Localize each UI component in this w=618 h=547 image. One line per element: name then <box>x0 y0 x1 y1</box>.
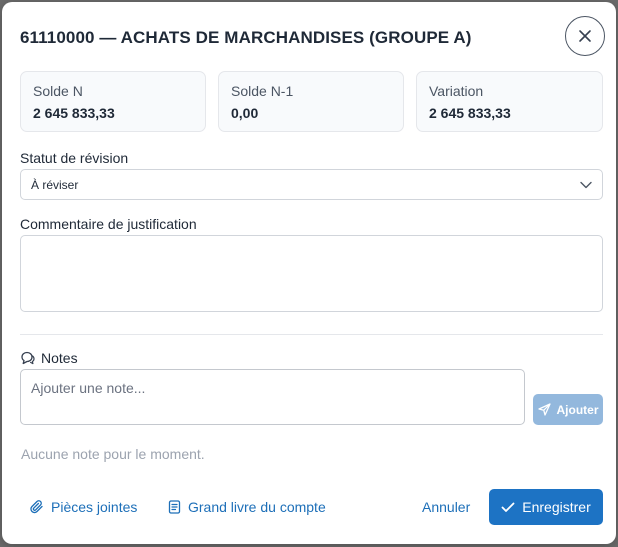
stat-value: 0,00 <box>231 105 259 121</box>
chevron-down-icon <box>580 181 592 188</box>
review-status-select[interactable]: À réviser <box>20 169 603 200</box>
dialog-title: 61110000 — ACHATS DE MARCHANDISES (GROUP… <box>20 28 472 47</box>
stat-label: Solde N-1 <box>231 83 294 99</box>
ledger-label: Grand livre du compte <box>188 499 326 515</box>
stat-card-solde-n-1: Solde N-1 0,00 <box>218 71 404 132</box>
stat-value: 2 645 833,33 <box>33 105 115 121</box>
document-icon <box>168 500 181 514</box>
stat-label: Solde N <box>33 83 83 99</box>
empty-notes-text: Aucune note pour le moment. <box>21 446 205 462</box>
justification-textarea[interactable] <box>20 235 603 312</box>
save-button[interactable]: Enregistrer <box>489 489 603 525</box>
attachments-link[interactable]: Pièces jointes <box>30 499 137 515</box>
paperclip-icon <box>30 500 43 514</box>
section-divider <box>20 334 603 335</box>
send-icon <box>537 403 551 416</box>
justification-label: Commentaire de justification <box>20 216 197 232</box>
chat-bubbles-icon <box>21 351 35 365</box>
add-note-button[interactable]: Ajouter <box>533 394 603 425</box>
stat-card-solde-n: Solde N 2 645 833,33 <box>20 71 206 132</box>
close-icon <box>579 30 591 42</box>
save-label: Enregistrer <box>522 499 591 515</box>
check-icon <box>501 502 515 512</box>
ledger-link[interactable]: Grand livre du compte <box>168 499 326 515</box>
attachments-label: Pièces jointes <box>51 499 138 515</box>
add-note-label: Ajouter <box>556 402 599 417</box>
stat-value: 2 645 833,33 <box>429 105 511 121</box>
cancel-button[interactable]: Annuler <box>422 499 470 515</box>
review-status-value: À réviser <box>31 177 79 192</box>
notes-title: Notes <box>41 350 78 366</box>
account-review-dialog: 61110000 — ACHATS DE MARCHANDISES (GROUP… <box>2 2 616 544</box>
notes-header: Notes <box>20 350 78 366</box>
review-status-label: Statut de révision <box>20 150 129 166</box>
close-button[interactable] <box>565 16 605 56</box>
stat-label: Variation <box>429 83 484 99</box>
stat-card-variation: Variation 2 645 833,33 <box>416 71 603 132</box>
note-input[interactable]: Ajouter une note... <box>20 369 525 425</box>
